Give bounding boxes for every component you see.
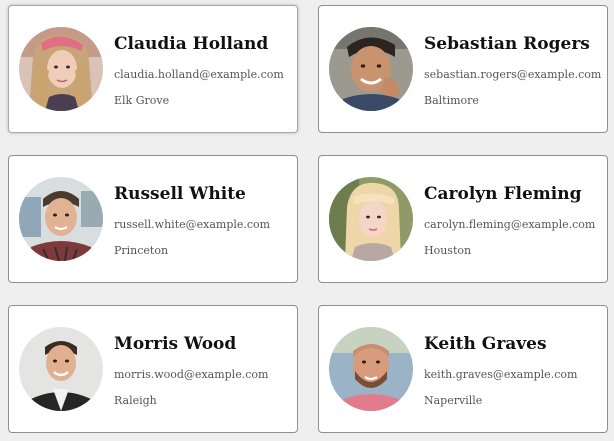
contact-city: Houston (424, 244, 472, 257)
contact-name: Claudia Holland (114, 34, 269, 54)
avatar (329, 327, 413, 411)
contact-email: russell.white@example.com (114, 218, 271, 231)
contact-city: Raleigh (114, 394, 157, 407)
contact-card[interactable]: Carolyn Fleming carolyn.fleming@example.… (318, 155, 608, 283)
contact-card[interactable]: Sebastian Rogers sebastian.rogers@exampl… (318, 5, 608, 133)
contact-card[interactable]: Keith Graves keith.graves@example.com Na… (318, 305, 608, 433)
avatar (19, 177, 103, 261)
contact-name: Russell White (114, 184, 246, 204)
contact-email: morris.wood@example.com (114, 368, 269, 381)
contact-city: Naperville (424, 394, 483, 407)
avatar (329, 27, 413, 111)
contact-city: Princeton (114, 244, 169, 257)
contact-card[interactable]: Morris Wood morris.wood@example.com Rale… (8, 305, 298, 433)
contact-name: Sebastian Rogers (424, 34, 590, 54)
avatar (329, 177, 413, 261)
avatar (19, 27, 103, 111)
contact-email: keith.graves@example.com (424, 368, 578, 381)
contact-city: Baltimore (424, 94, 479, 107)
contact-card-grid: Claudia Holland claudia.holland@example.… (0, 0, 614, 441)
contact-email: carolyn.fleming@example.com (424, 218, 596, 231)
contact-card[interactable]: Claudia Holland claudia.holland@example.… (8, 5, 298, 133)
avatar (19, 327, 103, 411)
contact-city: Elk Grove (114, 94, 170, 107)
contact-name: Keith Graves (424, 334, 547, 354)
contact-name: Morris Wood (114, 334, 237, 354)
contact-name: Carolyn Fleming (424, 184, 582, 204)
contact-card[interactable]: Russell White russell.white@example.com … (8, 155, 298, 283)
contact-email: claudia.holland@example.com (114, 68, 284, 81)
contact-email: sebastian.rogers@example.com (424, 68, 602, 81)
